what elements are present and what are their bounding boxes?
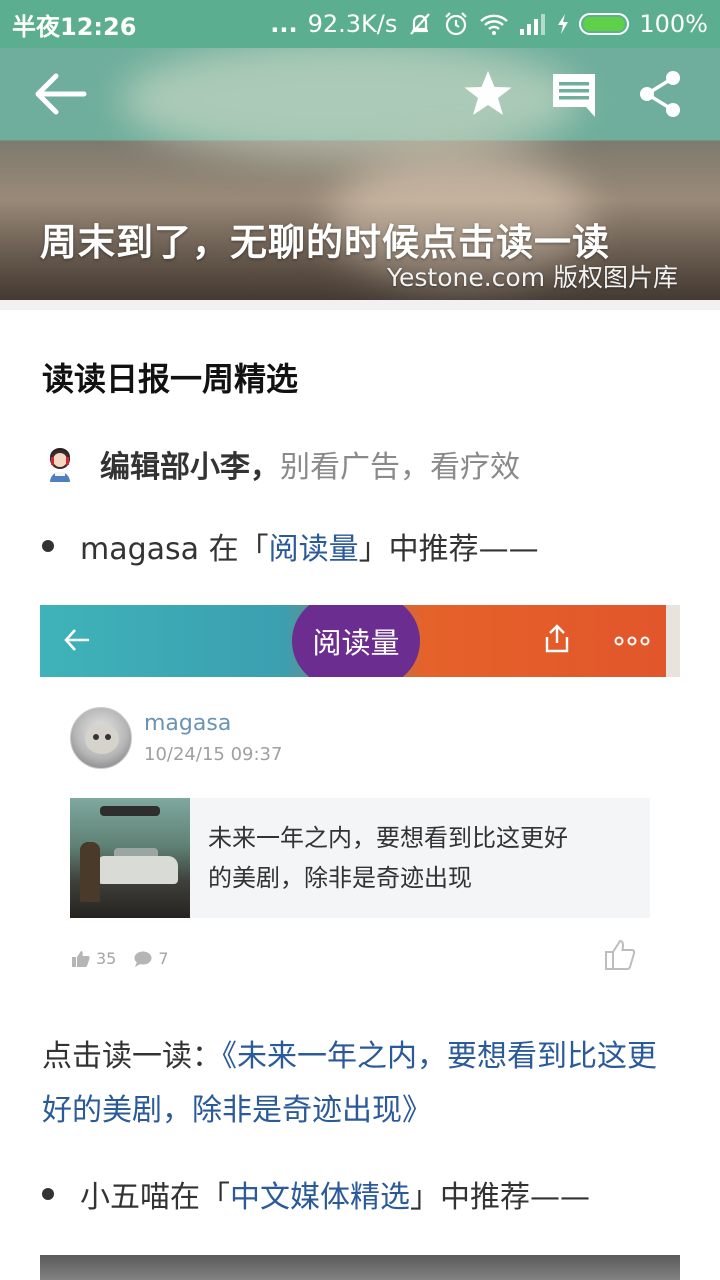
recommend-suffix-2: 」中推荐—— bbox=[410, 1180, 590, 1215]
card-user: magasa 10/24/15 09:37 bbox=[70, 707, 282, 769]
alarm-icon bbox=[443, 11, 469, 37]
card-bar-edge bbox=[666, 605, 680, 677]
wifi-icon bbox=[479, 12, 509, 36]
network-speed: 92.3K/s bbox=[307, 10, 398, 38]
section-title: 读读日报一周精选 bbox=[42, 360, 299, 398]
card-post-text: 未来一年之内，要想看到比这更好 的美剧，除非是奇迹出现 bbox=[190, 798, 650, 918]
card-like-outline-icon bbox=[605, 939, 636, 970]
card-likes: 35 bbox=[72, 949, 116, 968]
share-icon bbox=[640, 71, 680, 117]
thumb-up-small-icon bbox=[72, 950, 90, 967]
card-user-meta: magasa 10/24/15 09:37 bbox=[144, 711, 282, 765]
signal-icon bbox=[519, 12, 547, 36]
card-comment-count: 7 bbox=[158, 949, 169, 968]
recommend-row-1: magasa 在「 阅读量 」中推荐—— bbox=[42, 524, 539, 568]
battery-icon bbox=[579, 13, 630, 35]
mute-bell-icon bbox=[407, 11, 433, 37]
status-time: 半夜12:26 bbox=[12, 12, 137, 41]
recommend-suffix-1: 」中推荐—— bbox=[358, 532, 539, 567]
channel-link-2[interactable]: 中文媒体精选 bbox=[230, 1172, 410, 1216]
card-bar-title: 阅读量 bbox=[312, 626, 400, 660]
image-credit: Yestone.com 版权图片库 bbox=[387, 263, 678, 292]
star-icon bbox=[464, 71, 512, 115]
card-stats: 35 7 bbox=[72, 949, 187, 968]
bullet-dot bbox=[42, 540, 54, 552]
recommend-row-2: 小五喵在「 中文媒体精选 」中推荐—— bbox=[42, 1172, 590, 1216]
card-username: magasa bbox=[144, 711, 232, 736]
back-button[interactable] bbox=[24, 58, 96, 130]
next-embedded-image bbox=[40, 1255, 680, 1280]
author-tagline: 别看广告，看疗效 bbox=[280, 450, 520, 485]
channel-link-1[interactable]: 阅读量 bbox=[269, 524, 359, 568]
charging-icon bbox=[557, 13, 569, 35]
hero-image: 半夜12:26 ... 92.3K/s 100% 周末到了，无聊的时候点击读一读… bbox=[0, 0, 720, 300]
card-post-preview: 未来一年之内，要想看到比这更好 的美剧，除非是奇迹出现 bbox=[70, 798, 650, 918]
card-post-thumbnail bbox=[70, 798, 190, 918]
card-like-count: 35 bbox=[96, 949, 117, 968]
battery-percent: 100% bbox=[639, 10, 708, 38]
card-user-avatar bbox=[70, 707, 132, 769]
toolbar bbox=[0, 48, 720, 140]
card-back-arrow-icon bbox=[64, 629, 89, 651]
back-arrow-icon bbox=[35, 73, 87, 115]
bullet-dot bbox=[42, 1188, 54, 1200]
share-button[interactable] bbox=[624, 58, 696, 130]
recommend-prefix-1: magasa 在「 bbox=[80, 532, 269, 567]
recommend-prefix-2: 小五喵在「 bbox=[80, 1180, 230, 1215]
status-bar: 半夜12:26 ... 92.3K/s 100% bbox=[0, 0, 720, 48]
author-avatar-icon[interactable] bbox=[42, 446, 78, 482]
comment-small-icon bbox=[134, 951, 152, 967]
card-comments: 7 bbox=[134, 949, 169, 968]
hero-divider bbox=[0, 300, 720, 310]
read-more-paragraph: 点击读一读：《未来一年之内，要想看到比这更好的美剧，除非是奇迹出现》 bbox=[42, 1030, 682, 1138]
author-row: 编辑部小李， 别看广告，看疗效 bbox=[42, 442, 520, 486]
comment-button[interactable] bbox=[538, 58, 610, 130]
status-right: ... 92.3K/s 100% bbox=[270, 10, 708, 38]
card-title-bar: 阅读量 bbox=[40, 605, 680, 677]
card-post-line-1: 未来一年之内，要想看到比这更好 bbox=[208, 824, 568, 852]
read-more-prefix: 点击读一读： bbox=[42, 1039, 222, 1074]
card-post-line-2: 的美剧，除非是奇迹出现 bbox=[208, 864, 472, 892]
author-name[interactable]: 编辑部小李， bbox=[100, 442, 280, 486]
favorite-button[interactable] bbox=[452, 58, 524, 130]
status-dots: ... bbox=[270, 10, 298, 38]
card-upload-share-icon bbox=[545, 624, 569, 653]
card-more-icon bbox=[614, 636, 650, 646]
comment-icon bbox=[553, 74, 595, 117]
embedded-post-card[interactable]: 阅读量 magasa 10/24/15 09:37 未来一年之内，要想看到比这更… bbox=[40, 605, 680, 989]
card-timestamp: 10/24/15 09:37 bbox=[144, 744, 283, 765]
